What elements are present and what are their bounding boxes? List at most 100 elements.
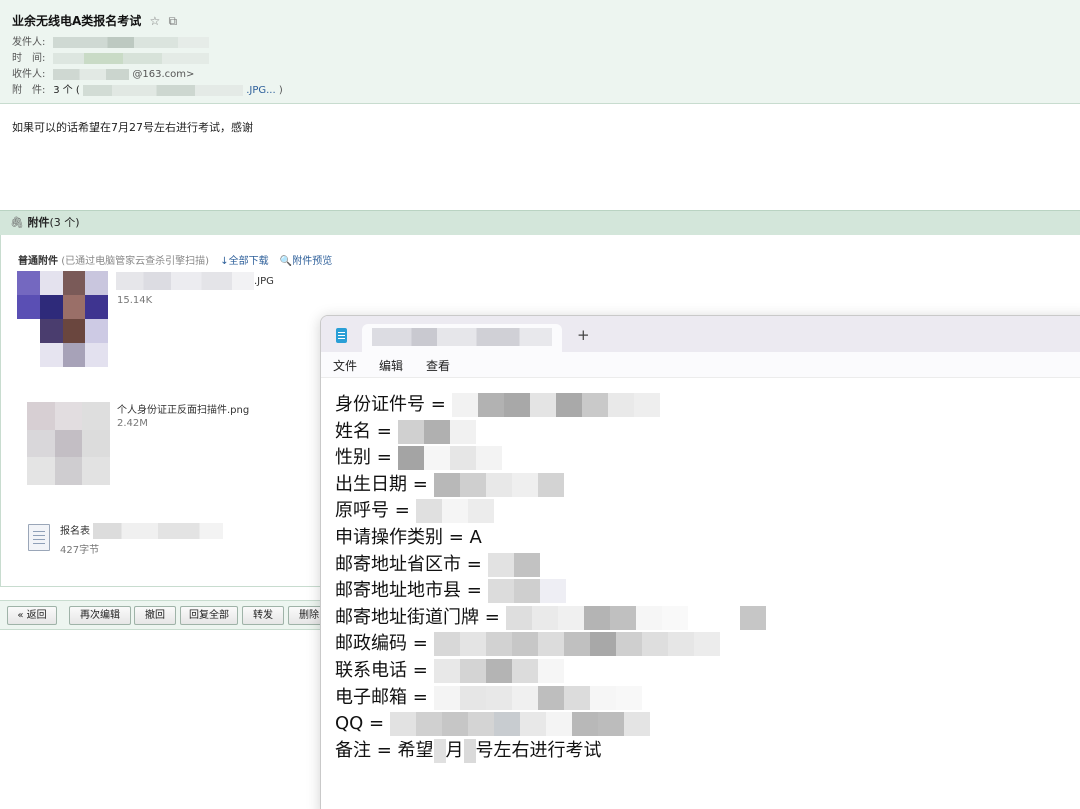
line-label: 电子邮箱 = [335, 686, 434, 708]
line-label: 原呼号 = [335, 500, 416, 522]
file-name-doc-redacted [93, 523, 224, 539]
file-name-redacted [116, 272, 254, 290]
document-icon[interactable] [28, 524, 50, 551]
attachments-count: (3 个) [49, 216, 80, 229]
file-name-doc[interactable]: 报名表 [60, 522, 224, 539]
text-line: 联系电话 = [335, 658, 766, 685]
notepad-menubar: 文件 编辑 查看 [321, 352, 1080, 378]
recipient-label: 收件人: [12, 69, 46, 80]
attachment-name-link[interactable]: .JPG... [246, 85, 275, 96]
file-size-doc: 427字节 [60, 545, 100, 556]
download-all-link[interactable]: ↓全部下载 [220, 256, 268, 267]
recipient-redacted[interactable] [53, 68, 130, 80]
line-label: 备注 = 希望 [335, 739, 434, 761]
file-name-doc-text: 报名表 [60, 526, 90, 537]
mail-header: 业余无线电A类报名考试 ☆ ⧉ 发件人: 时 间: 收件人: @163.com>… [0, 0, 1080, 104]
sender-redacted[interactable] [53, 36, 210, 48]
magnifier-icon: 🔍 [279, 256, 293, 267]
normal-attachments-title: 普通附件 [18, 256, 58, 267]
new-tab-button[interactable]: + [577, 326, 590, 344]
attachments-bar: 🖇 附件(3 个) [0, 210, 1080, 235]
redacted-value [451, 393, 660, 417]
recipient-row: 收件人: @163.com> [12, 68, 194, 82]
line-label: 性别 = [335, 447, 398, 469]
line-label: 邮寄地址街道门牌 = [335, 606, 506, 628]
redacted-value [433, 738, 446, 763]
back-button[interactable]: « 返回 [7, 606, 57, 625]
redacted-value [415, 499, 494, 524]
notepad-window: + 文件 编辑 查看 身份证件号 = 姓名 = 性别 = 出生日期 = 原呼号 … [320, 315, 1080, 809]
line-label: QQ = [335, 713, 390, 735]
remark-rest: 号左右进行考试 [475, 739, 602, 761]
recipient-domain: @163.com> [132, 69, 195, 80]
text-line: 身份证件号 = [335, 392, 766, 419]
text-line: 邮政编码 = [335, 631, 766, 658]
line-label: 联系电话 = [335, 659, 434, 681]
attachment-row: 附 件: 3 个 ( .JPG... ) [12, 84, 283, 98]
notepad-tab[interactable] [362, 324, 562, 352]
download-all-label: 全部下载 [228, 256, 269, 267]
file-thumbnail-png[interactable] [27, 402, 110, 485]
redacted-value [433, 658, 564, 683]
preview-link[interactable]: 🔍附件预览 [280, 256, 332, 267]
redacted-value [505, 605, 766, 630]
time-row: 时 间: [12, 52, 210, 66]
text-line: 申请操作类别 = A [335, 525, 766, 552]
file-size-png: 2.42M [117, 418, 148, 429]
text-line: QQ = [335, 711, 766, 738]
file-name-png[interactable]: 个人身份证正反面扫描件.png [117, 401, 249, 416]
attachment-label: 附 件: [12, 85, 46, 96]
sender-label: 发件人: [12, 37, 46, 48]
mail-body-text: 如果可以的话希望在7月27号左右进行考试，感谢 [12, 121, 253, 134]
text-line: 电子邮箱 = [335, 685, 766, 712]
mail-toolbar: « 返回 再次编辑 撤回 回复全部 转发 删除 [0, 600, 330, 630]
text-line: 性别 = [335, 445, 766, 472]
popout-icon[interactable]: ⧉ [168, 14, 177, 28]
attachment-names-redacted[interactable] [83, 84, 243, 96]
file-size-jpg: 15.14K [117, 295, 153, 306]
redacted-value [433, 685, 642, 710]
line-label: 申请操作类别 = [335, 526, 470, 548]
text-line: 邮寄地址省区市 = [335, 552, 766, 579]
menu-view[interactable]: 查看 [426, 357, 450, 374]
tab-title-redacted [372, 328, 552, 346]
reedit-button[interactable]: 再次编辑 [69, 606, 131, 625]
attachment-close: ) [278, 85, 283, 96]
recall-button[interactable]: 撤回 [134, 606, 176, 625]
paperclip-icon: 🖇 [10, 216, 24, 229]
scan-note: (已通过电脑管家云查杀引擎扫描) [61, 256, 209, 267]
file-name-jpg[interactable]: .JPG [116, 272, 274, 290]
redacted-value [463, 738, 476, 763]
redacted-value [397, 446, 502, 471]
mail-subject: 业余无线电A类报名考试 ☆ ⧉ [12, 12, 177, 29]
mail-client: 业余无线电A类报名考试 ☆ ⧉ 发件人: 时 间: 收件人: @163.com>… [0, 0, 1080, 809]
attachment-count: 3 个 ( [53, 85, 80, 96]
attachments-header: 普通附件 (已通过电脑管家云查杀引擎扫描) ↓全部下载 🔍附件预览 [18, 252, 332, 267]
redacted-value [397, 419, 476, 444]
attachments-title: 附件 [27, 216, 50, 229]
download-arrow-icon: ↓ [220, 256, 229, 267]
line-label: 身份证件号 = [335, 394, 452, 415]
line-label: 姓名 = [335, 420, 398, 442]
reply-all-button[interactable]: 回复全部 [180, 606, 238, 625]
menu-edit[interactable]: 编辑 [379, 357, 403, 374]
line-label: 邮政编码 = [335, 633, 434, 655]
text-line: 备注 = 希望月号左右进行考试 [335, 738, 766, 765]
line-label: 出生日期 = [335, 473, 434, 495]
redacted-value [433, 632, 720, 657]
line-value: A [469, 526, 482, 548]
redacted-value [433, 472, 564, 497]
file-thumbnail-jpg[interactable] [17, 271, 108, 367]
menu-file[interactable]: 文件 [333, 357, 357, 374]
notepad-app-icon [336, 328, 347, 343]
file-ext-jpg: .JPG [254, 276, 274, 287]
time-label: 时 间: [12, 53, 46, 64]
star-icon[interactable]: ☆ [149, 14, 160, 28]
notepad-titlebar: + [321, 316, 1080, 352]
notepad-text[interactable]: 身份证件号 = 姓名 = 性别 = 出生日期 = 原呼号 = 申请操作类别 = … [335, 392, 766, 764]
line-label: 邮寄地址地市县 = [335, 580, 488, 602]
line-label: 邮寄地址省区市 = [335, 553, 488, 575]
redacted-value [487, 579, 566, 604]
forward-button[interactable]: 转发 [242, 606, 284, 625]
redacted-value [389, 712, 650, 737]
